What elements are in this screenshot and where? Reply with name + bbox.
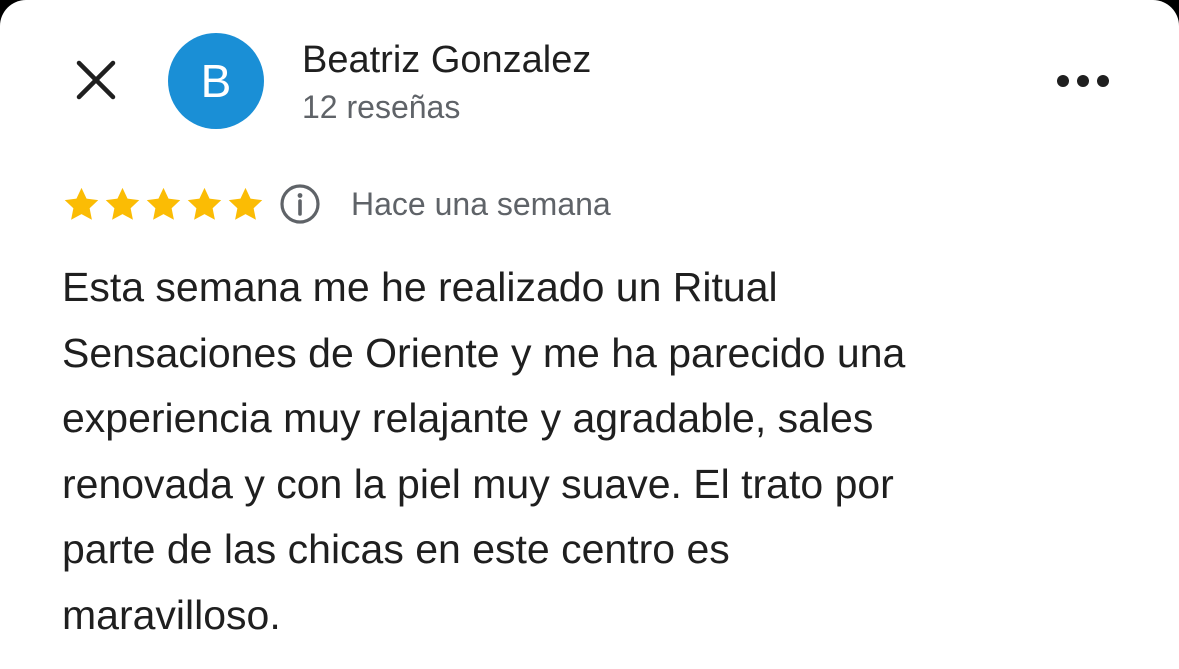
star-icon (187, 187, 222, 220)
review-text-line: Esta semana me he realizado un Ritual (62, 264, 778, 310)
close-button[interactable] (66, 50, 126, 110)
avatar[interactable]: B (168, 33, 264, 129)
review-text-line: renovada y con la piel muy suave. El tra… (62, 460, 894, 507)
review-text-line: parte de las chicas en este centro es (62, 526, 730, 572)
rating-row: Hace una semana (62, 180, 611, 228)
star-icon (146, 187, 181, 220)
star-rating (62, 185, 267, 224)
info-button[interactable] (279, 183, 321, 225)
more-horizontal-icon (1057, 75, 1109, 87)
review-card: B Beatriz Gonzalez 12 reseñas Hace una s… (0, 0, 1179, 669)
info-icon (280, 184, 320, 224)
more-options-button[interactable] (1050, 56, 1116, 106)
review-text-line: experiencia muy relajante y agradable, s… (62, 395, 874, 441)
review-text-line: Sensaciones de Oriente y me ha parecido … (62, 329, 906, 376)
review-text: Esta semana me he realizado un Ritual Se… (62, 255, 1082, 648)
review-count: 12 reseñas (302, 89, 461, 125)
star-icon (64, 187, 99, 220)
star-icon (228, 187, 263, 220)
review-text-line: maravilloso. (62, 591, 281, 638)
reviewer-name[interactable]: Beatriz Gonzalez (302, 38, 591, 82)
close-icon (76, 60, 116, 100)
review-date: Hace una semana (351, 186, 611, 222)
avatar-letter: B (200, 55, 232, 107)
star-icon (105, 187, 140, 220)
